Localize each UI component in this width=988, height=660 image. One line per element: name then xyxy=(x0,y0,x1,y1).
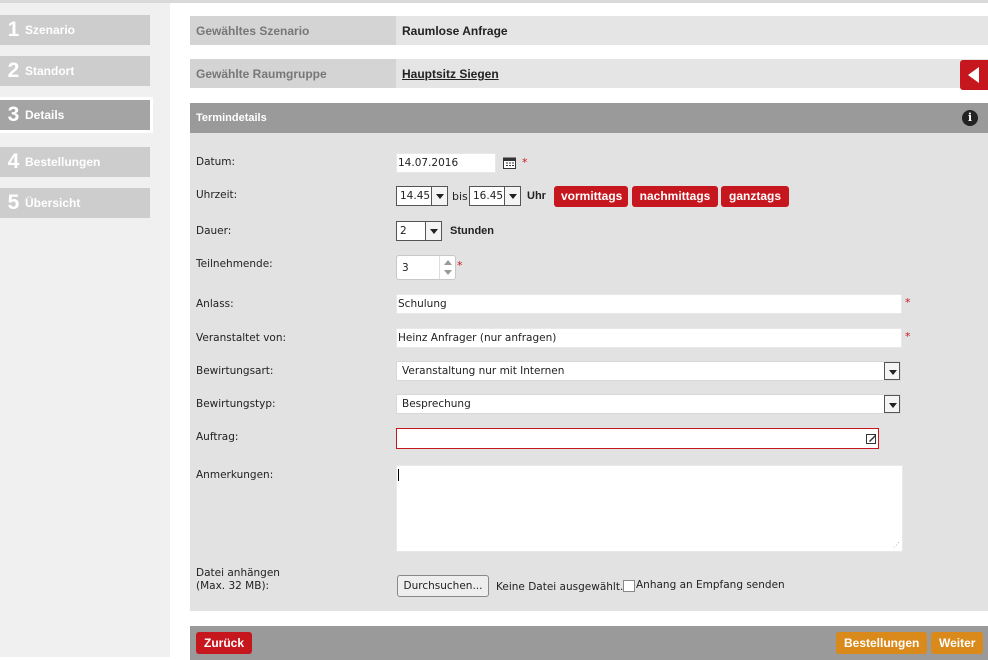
main-content: Gewähltes Szenario Raumlose Anfrage Gewä… xyxy=(190,3,988,660)
chevron-down-icon xyxy=(425,222,441,240)
send-attachment-checkbox[interactable] xyxy=(623,580,635,592)
room-group-label: Gewählte Raumgruppe xyxy=(196,67,327,81)
dauer-select[interactable]: 2 xyxy=(396,221,442,241)
teilnehmende-label: Teilnehmende: xyxy=(196,258,273,270)
time-to-select[interactable]: 16.45 xyxy=(469,186,521,206)
info-icon[interactable]: i xyxy=(962,110,978,126)
datei-size-label: (Max. 32 MB): xyxy=(196,580,270,592)
step-details[interactable]: 3 Details xyxy=(0,97,153,133)
room-group-link[interactable]: Hauptsitz Siegen xyxy=(402,67,499,81)
stepper-arrows-icon[interactable] xyxy=(439,256,455,279)
anlass-input[interactable]: Schulung xyxy=(396,294,902,314)
step-szenario[interactable]: 1 Szenario xyxy=(0,15,150,45)
panel-header: Termindetails i xyxy=(190,103,988,133)
edit-icon[interactable] xyxy=(866,433,877,444)
back-button[interactable]: Zurück xyxy=(196,632,253,654)
scenario-label: Gewähltes Szenario xyxy=(196,24,310,38)
anmerkungen-label: Anmerkungen: xyxy=(196,469,274,481)
bewirtungstyp-select[interactable]: Besprechung xyxy=(396,394,901,414)
uhrzeit-label: Uhrzeit: xyxy=(196,189,238,201)
step-uebersicht[interactable]: 5 Übersicht xyxy=(0,188,150,218)
uhr-label: Uhr xyxy=(527,190,546,202)
nachmittags-button[interactable]: nachmittags xyxy=(632,186,718,207)
anlass-required: * xyxy=(905,296,911,309)
room-group-value: Hauptsitz Siegen xyxy=(396,59,988,88)
wizard-steps: 1 Szenario 2 Standort 3 Details 4 Bestellung… xyxy=(0,3,170,657)
collapse-tab[interactable] xyxy=(960,60,988,90)
browse-button[interactable]: Durchsuchen... xyxy=(397,575,489,597)
bewirtungstyp-label: Bewirtungstyp: xyxy=(196,398,276,410)
stunden-label: Stunden xyxy=(450,225,494,237)
termindetails-panel: Termindetails i Datum: 14.07.2016 * Uhrz… xyxy=(190,103,988,611)
chevron-down-icon xyxy=(431,187,447,205)
text-cursor xyxy=(398,469,399,481)
panel-title: Termindetails xyxy=(196,112,267,124)
resize-handle-icon[interactable]: ⋰ xyxy=(893,541,900,549)
orders-button[interactable]: Bestellungen xyxy=(836,632,928,654)
arrow-left-icon xyxy=(968,67,979,83)
step-bestellungen[interactable]: 4 Bestellungen xyxy=(0,147,150,177)
veranstaltet-required: * xyxy=(905,330,911,343)
scenario-value: Raumlose Anfrage xyxy=(396,16,988,45)
next-button[interactable]: Weiter xyxy=(931,632,984,654)
chevron-down-icon xyxy=(884,362,900,380)
no-file-text: Keine Datei ausgewählt. xyxy=(496,581,624,593)
teilnehmende-stepper[interactable]: 3 xyxy=(396,255,456,280)
bewirtungsart-label: Bewirtungsart: xyxy=(196,365,274,377)
datum-label: Datum: xyxy=(196,156,236,168)
bewirtungsart-select[interactable]: Veranstaltung nur mit Internen xyxy=(396,361,901,381)
veranstaltet-label: Veranstaltet von: xyxy=(196,332,287,344)
anmerkungen-textarea[interactable]: ⋰ xyxy=(396,465,903,552)
auftrag-input[interactable] xyxy=(396,428,879,449)
auftrag-label: Auftrag: xyxy=(196,431,239,443)
step-standort[interactable]: 2 Standort xyxy=(0,56,150,86)
bis-label: bis xyxy=(452,190,468,203)
datei-label: Datei anhängen xyxy=(196,567,280,579)
chevron-down-icon xyxy=(884,395,900,413)
footer-bar: Zurück Bestellungen Weiter xyxy=(190,626,988,660)
chevron-down-icon xyxy=(504,187,520,205)
vormittags-button[interactable]: vormittags xyxy=(554,186,628,207)
anlass-label: Anlass: xyxy=(196,298,234,310)
datum-input[interactable]: 14.07.2016 xyxy=(396,153,496,173)
scenario-row: Gewähltes Szenario Raumlose Anfrage xyxy=(190,15,988,46)
teilnehmende-required: * xyxy=(457,259,463,272)
veranstaltet-input[interactable]: Heinz Anfrager (nur anfragen) xyxy=(396,328,902,348)
send-attachment-label: Anhang an Empfang senden xyxy=(636,579,785,591)
ganztags-button[interactable]: ganztags xyxy=(721,186,789,207)
calendar-icon[interactable] xyxy=(503,156,516,169)
dauer-label: Dauer: xyxy=(196,225,232,237)
time-from-select[interactable]: 14.45 xyxy=(396,186,448,206)
room-group-row: Gewählte Raumgruppe Hauptsitz Siegen xyxy=(190,58,988,89)
datum-required: * xyxy=(522,156,528,169)
